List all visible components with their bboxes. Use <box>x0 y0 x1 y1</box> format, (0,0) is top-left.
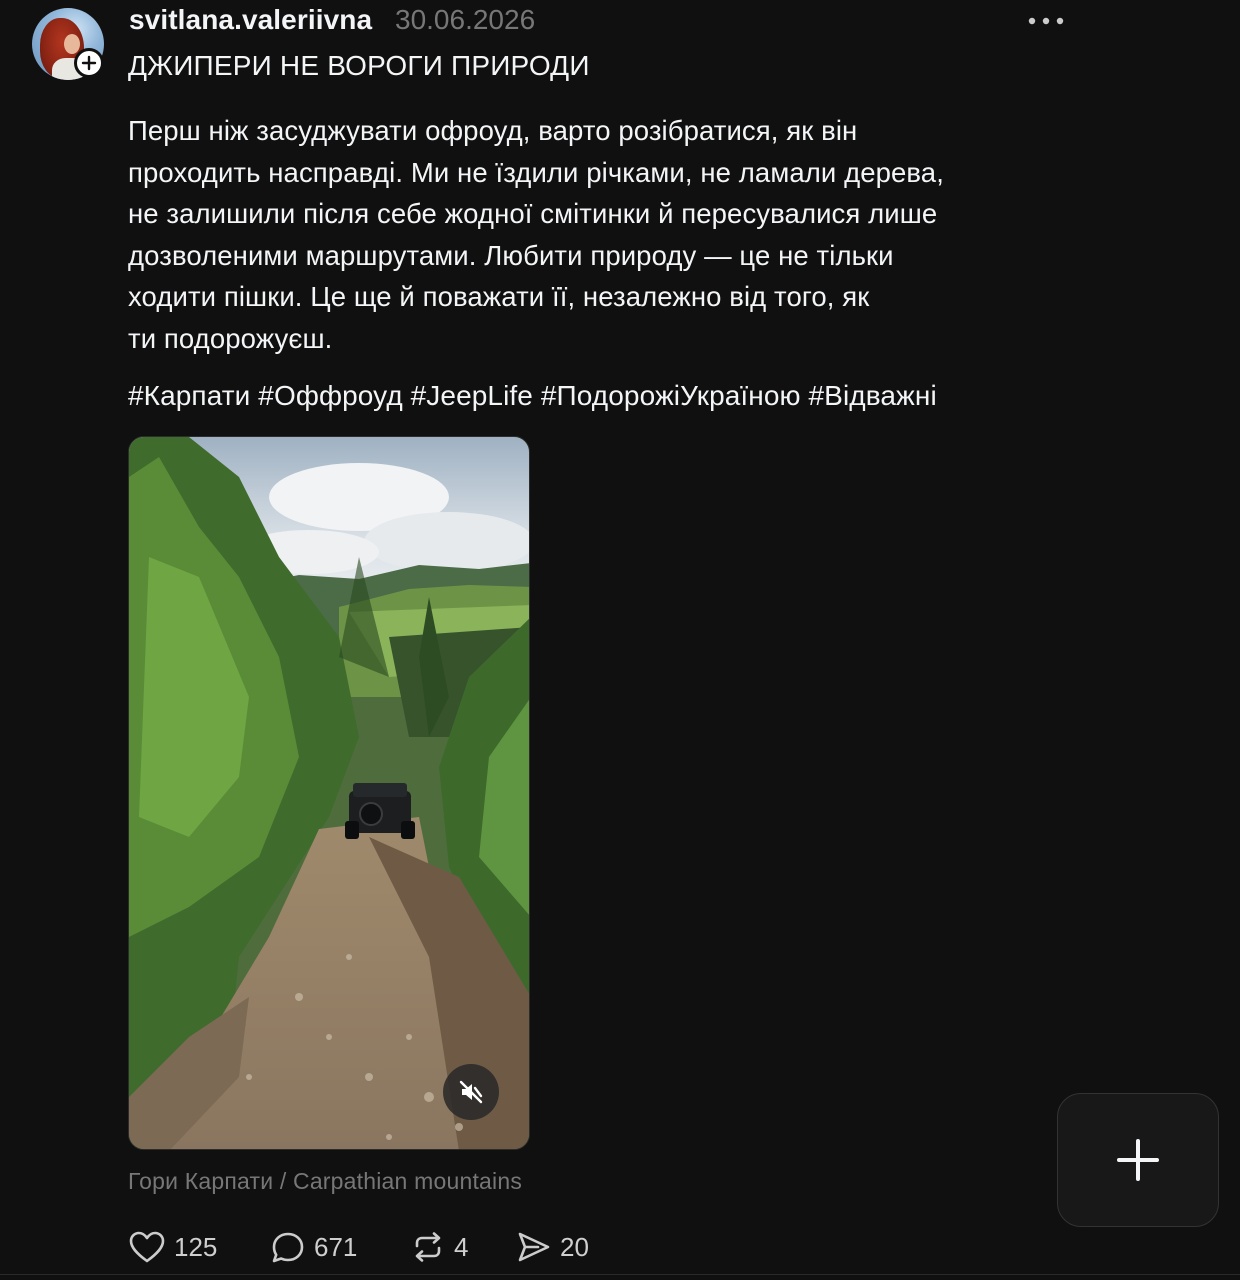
compose-button[interactable] <box>1057 1093 1219 1227</box>
comment-bubble-icon <box>272 1232 304 1263</box>
ellipsis-icon <box>1028 17 1064 25</box>
like-count: 125 <box>174 1231 218 1262</box>
follow-plus-icon[interactable] <box>74 48 104 78</box>
speaker-muted-icon <box>459 1080 483 1104</box>
post-video[interactable] <box>128 436 530 1150</box>
like-button[interactable]: 125 <box>128 1226 217 1268</box>
post-hashtags[interactable]: #Карпати #Оффроуд #JeepLife #ПодорожіУкр… <box>128 380 937 412</box>
divider <box>0 1274 1240 1275</box>
heart-icon <box>129 1231 165 1263</box>
comment-count: 671 <box>314 1231 358 1262</box>
post-body-text: Перш ніж засуджувати офроуд, варто розіб… <box>128 115 944 354</box>
post-date: 30.06.2026 <box>395 4 536 35</box>
media-caption: Гори Карпати / Carpathian mountains <box>128 1168 523 1194</box>
author-username[interactable]: svitlana.valeriivna <box>129 4 372 36</box>
comment-button[interactable]: 671 <box>270 1226 357 1268</box>
post-headline: ДЖИПЕРИ НЕ ВОРОГИ ПРИРОДИ <box>128 50 590 81</box>
author-avatar-group[interactable] <box>32 8 104 80</box>
mute-toggle-button[interactable] <box>443 1064 499 1120</box>
repost-button[interactable]: 4 <box>410 1226 468 1268</box>
share-button[interactable]: 20 <box>516 1226 589 1268</box>
share-count: 20 <box>560 1231 589 1262</box>
more-options-button[interactable] <box>1022 8 1070 34</box>
repost-icon <box>415 1232 441 1262</box>
plus-icon <box>1117 1139 1159 1181</box>
video-frame-mountain-road <box>129 437 529 1149</box>
send-icon <box>518 1232 550 1262</box>
repost-count: 4 <box>454 1231 469 1262</box>
